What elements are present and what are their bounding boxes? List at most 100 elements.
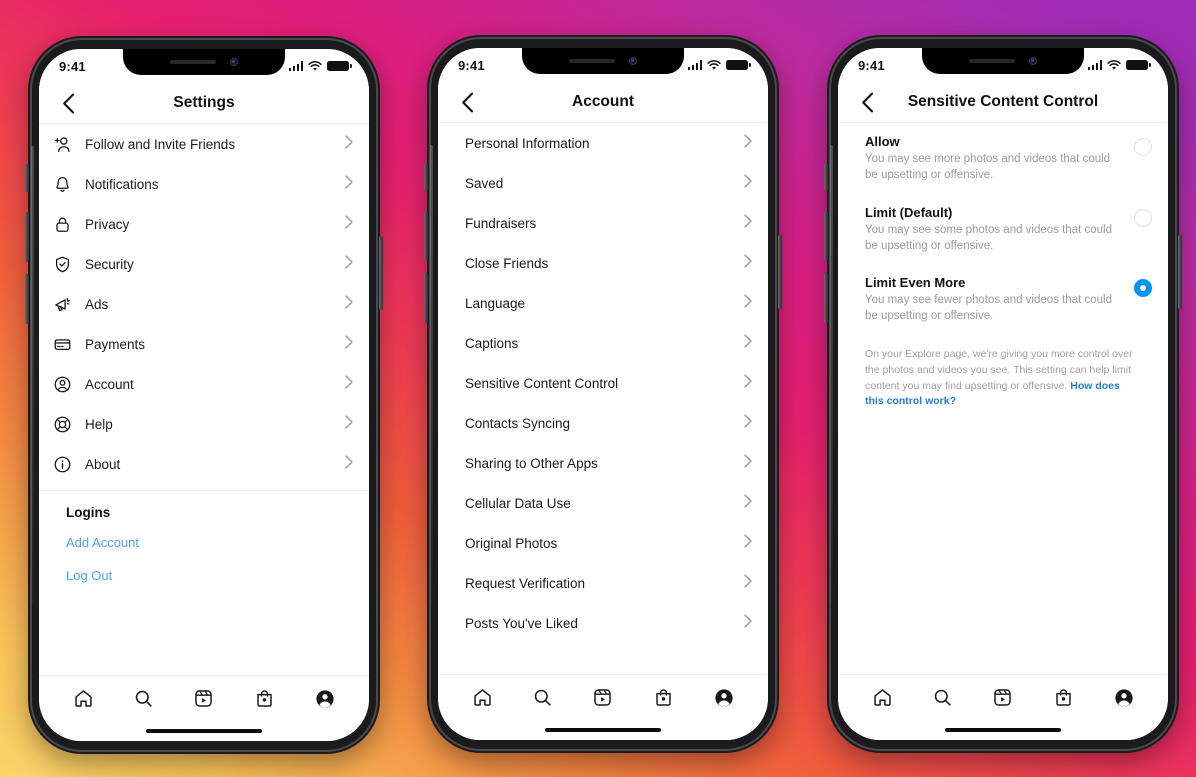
tab-reels[interactable] [590,685,616,711]
tab-shop[interactable] [251,686,277,712]
chevron-right-icon [744,333,752,353]
account-row-posts-youve-liked[interactable]: Posts You've Liked [438,603,768,643]
status-time: 9:41 [858,57,885,73]
option-limit-default[interactable]: Limit (Default) You may see some photos … [838,194,1168,265]
person-circle-icon [53,373,79,395]
phone-device-account: 9:41 Account Personal Information Saved … [424,35,782,753]
account-row-request-verification[interactable]: Request Verification [438,563,768,603]
home-indicator[interactable] [838,720,1168,740]
settings-row-help[interactable]: Help [39,404,369,444]
volume-up-button[interactable] [824,211,828,261]
back-chevron-icon[interactable] [454,89,480,115]
chevron-right-icon [345,294,353,314]
explore-footnote: On your Explore page, we're giving you m… [838,335,1168,410]
tab-search[interactable] [930,685,956,711]
status-time: 9:41 [458,57,485,73]
option-description: You may see some photos and videos that … [865,223,1112,252]
radio-allow[interactable] [1134,138,1152,156]
chevron-right-icon [744,533,752,553]
power-button[interactable] [1178,235,1182,309]
settings-row-about[interactable]: About [39,444,369,484]
account-row-contacts-syncing[interactable]: Contacts Syncing [438,403,768,443]
account-row-close-friends[interactable]: Close Friends [438,243,768,283]
power-button[interactable] [379,236,383,310]
battery-icon [1126,59,1151,71]
tab-bar [438,674,768,720]
back-chevron-icon[interactable] [854,89,880,115]
tab-home[interactable] [469,685,495,711]
radio-limit-default[interactable] [1134,208,1152,227]
notch [522,48,684,74]
settings-row-label: Help [85,416,113,432]
phone-screen-settings: 9:41 Settings Follow and Invite Friends … [39,49,369,741]
phone-device-settings: 9:41 Settings Follow and Invite Friends … [25,36,383,754]
account-row-fundraisers[interactable]: Fundraisers [438,203,768,243]
option-limit-even-more[interactable]: Limit Even More You may see fewer photos… [838,264,1168,335]
status-bar: 9:41 [838,48,1168,82]
status-indicators [687,59,751,71]
nav-bar: Account [438,82,768,122]
account-row-cellular-data-use[interactable]: Cellular Data Use [438,483,768,523]
tab-reels[interactable] [990,685,1016,711]
mute-switch[interactable] [424,163,428,191]
tab-profile[interactable] [1111,685,1137,711]
chevron-right-icon [744,373,752,393]
account-row-label: Close Friends [465,255,549,271]
home-indicator[interactable] [438,720,768,740]
chevron-right-icon [345,334,353,354]
settings-row-notifications[interactable]: Notifications [39,164,369,204]
settings-row-ads[interactable]: Ads [39,284,369,324]
volume-up-button[interactable] [25,212,29,262]
mute-switch[interactable] [25,164,29,192]
option-description: You may see fewer photos and videos that… [865,294,1112,323]
tab-home[interactable] [70,686,96,712]
option-title: Limit Even More [865,275,966,291]
account-row-language[interactable]: Language [438,283,768,323]
volume-down-button[interactable] [824,273,828,323]
settings-row-payments[interactable]: Payments [39,324,369,364]
tab-shop[interactable] [650,685,676,711]
option-allow[interactable]: Allow You may see more photos and videos… [838,123,1168,194]
volume-up-button[interactable] [424,211,428,261]
settings-row-follow-invite[interactable]: Follow and Invite Friends [39,124,369,164]
account-row-personal-information[interactable]: Personal Information [438,123,768,163]
phone-screen-account: 9:41 Account Personal Information Saved … [438,48,768,740]
account-row-sensitive-content-control[interactable]: Sensitive Content Control [438,363,768,403]
chevron-right-icon [345,214,353,234]
tab-profile[interactable] [312,686,338,712]
tab-shop[interactable] [1050,685,1076,711]
power-button[interactable] [778,235,782,309]
back-chevron-icon[interactable] [55,90,81,116]
settings-row-privacy[interactable]: Privacy [39,204,369,244]
signal-bars-icon [1087,60,1102,70]
radio-limit-even-more[interactable] [1134,279,1152,298]
mute-switch[interactable] [824,163,828,191]
add-account-link[interactable]: Add Account [39,526,369,559]
tab-search[interactable] [131,686,157,712]
account-row-label: Captions [465,335,519,351]
lock-icon [53,213,79,235]
option-title: Limit (Default) [865,204,953,220]
life-ring-icon [53,413,79,435]
volume-down-button[interactable] [424,273,428,323]
volume-down-button[interactable] [25,274,29,324]
settings-row-security[interactable]: Security [39,244,369,284]
log-out-link[interactable]: Log Out [39,559,369,592]
account-row-sharing-to-other-apps[interactable]: Sharing to Other Apps [438,443,768,483]
account-row-label: Contacts Syncing [465,415,571,431]
chevron-right-icon [744,253,752,273]
settings-row-account[interactable]: Account [39,364,369,404]
tab-search[interactable] [530,685,556,711]
tab-profile[interactable] [711,685,737,711]
settings-row-label: Payments [85,336,146,352]
account-row-captions[interactable]: Captions [438,323,768,363]
tab-home[interactable] [869,685,895,711]
account-row-saved[interactable]: Saved [438,163,768,203]
account-row-label: Language [465,295,526,311]
chevron-right-icon [345,454,353,474]
option-title: Allow [865,134,900,149]
chevron-right-icon [744,573,752,593]
account-row-original-photos[interactable]: Original Photos [438,523,768,563]
home-indicator[interactable] [39,721,369,741]
tab-reels[interactable] [191,686,217,712]
